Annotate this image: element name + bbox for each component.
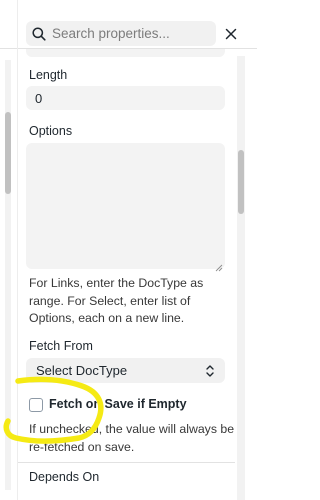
fetch-if-empty-checkbox[interactable]: [29, 398, 43, 412]
left-pane: [0, 0, 18, 500]
fetch-if-empty-help-text: If unchecked, the value will always be r…: [29, 422, 235, 454]
left-scrollbar-thumb[interactable]: [5, 112, 11, 194]
options-label: Options: [29, 124, 73, 138]
panel-scrollbar-thumb[interactable]: [238, 150, 244, 214]
chevron-up-down-icon: [205, 364, 215, 378]
depends-on-label: Depends On: [29, 470, 100, 484]
search-box[interactable]: [26, 21, 216, 46]
properties-panel: Length 0 Options For Links, enter the Do…: [18, 0, 257, 500]
search-header: [18, 0, 257, 49]
close-icon[interactable]: [222, 25, 240, 43]
options-help-text: For Links, enter the DocType as range. F…: [29, 276, 204, 325]
options-textarea[interactable]: [26, 143, 225, 272]
search-input[interactable]: [52, 26, 212, 41]
section-divider: [18, 462, 235, 463]
screen: Length 0 Options For Links, enter the Do…: [0, 0, 257, 500]
resize-grip-icon[interactable]: [215, 259, 223, 272]
length-input[interactable]: 0: [26, 86, 225, 110]
search-icon: [31, 26, 47, 42]
length-value[interactable]: 0: [35, 91, 42, 106]
fetch-if-empty-label[interactable]: Fetch on Save if Empty: [49, 397, 187, 411]
previous-field-input[interactable]: [26, 49, 225, 57]
fetch-from-selected-value: Select DocType: [36, 363, 128, 378]
fetch-from-label: Fetch From: [29, 339, 93, 353]
left-pane-divider: [0, 48, 17, 49]
fetch-from-select[interactable]: Select DocType: [26, 358, 225, 383]
length-label: Length: [29, 68, 68, 82]
